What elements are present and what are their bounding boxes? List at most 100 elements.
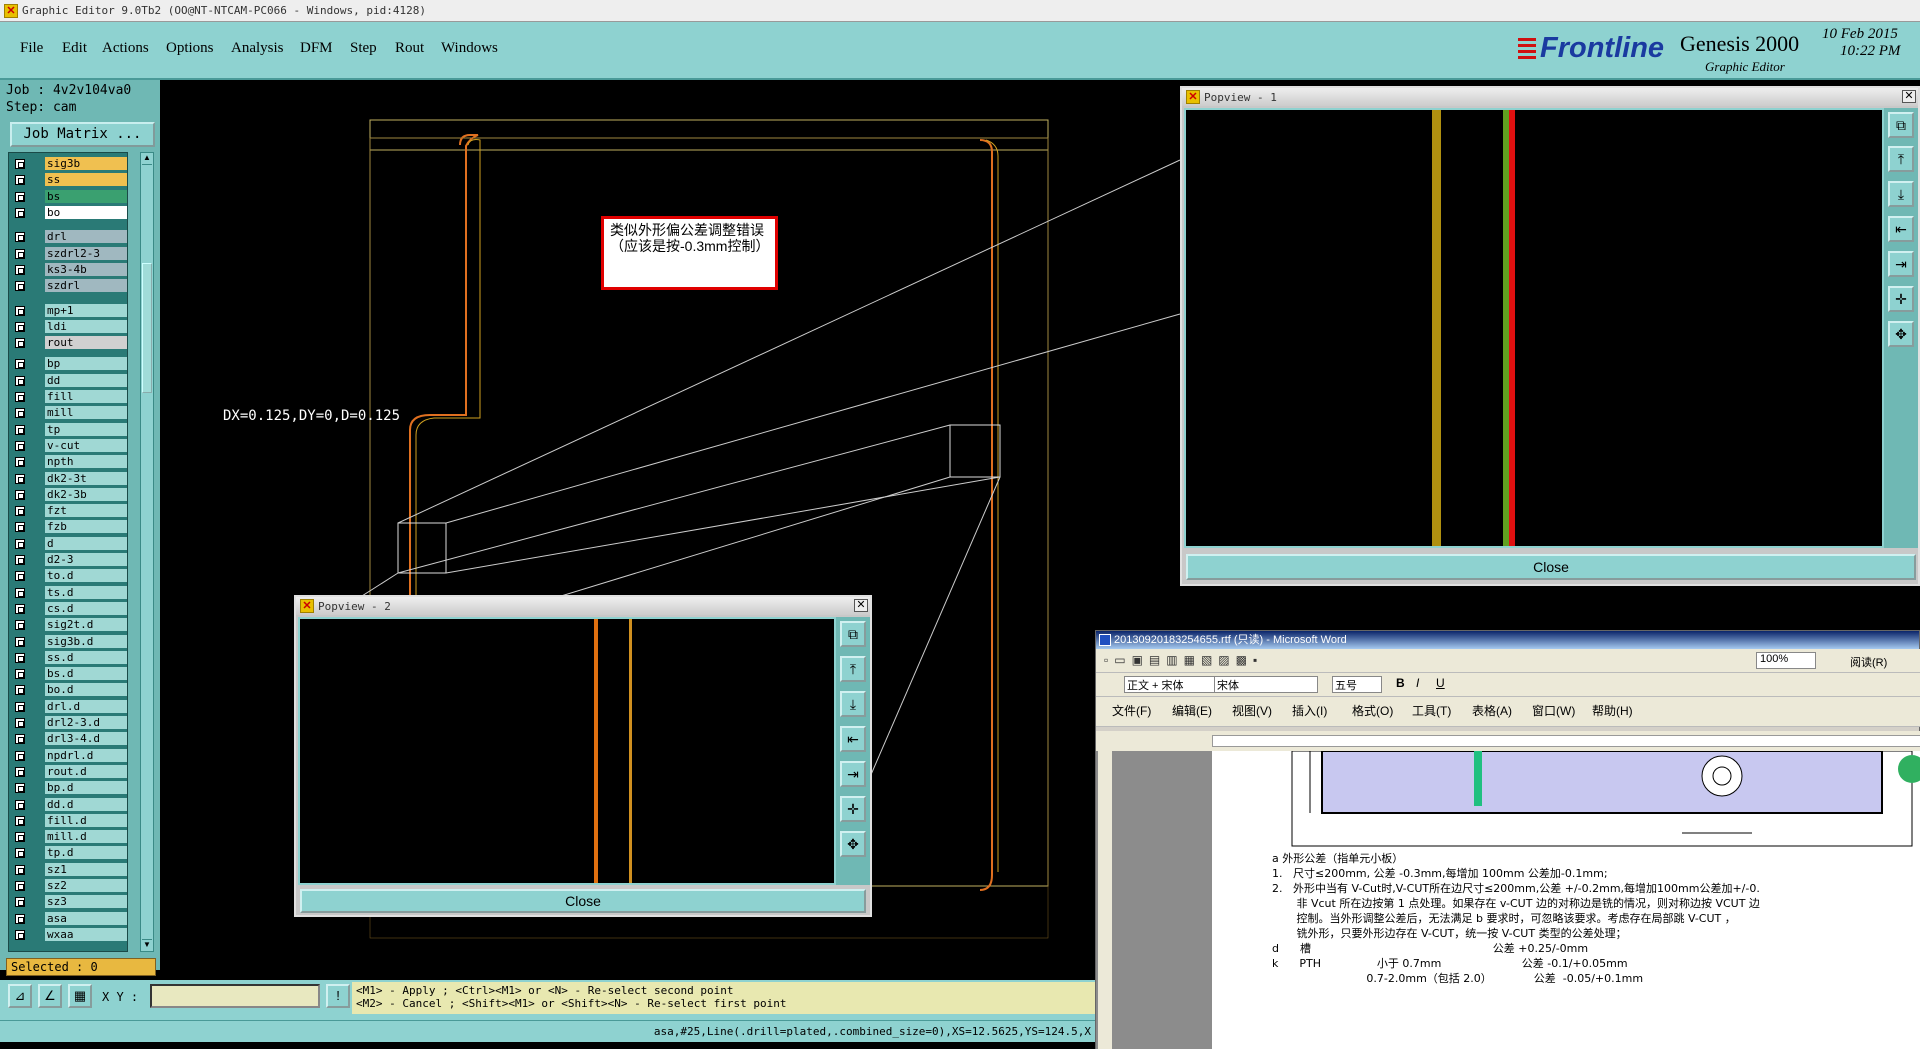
layer-checkbox[interactable] xyxy=(15,408,25,419)
measure-icon[interactable]: ∠ xyxy=(38,984,62,1008)
layer-row-wxaa[interactable]: wxaa xyxy=(9,927,127,942)
layer-checkbox[interactable] xyxy=(15,913,25,924)
menu-windows[interactable]: Windows xyxy=(441,40,498,57)
layer-checkbox[interactable] xyxy=(15,473,25,484)
layer-checkbox[interactable] xyxy=(15,207,25,218)
layer-row-mill[interactable]: mill xyxy=(9,406,127,420)
layer-name[interactable]: tp.d xyxy=(45,846,127,860)
layer-row-tp[interactable]: tp xyxy=(9,422,127,437)
layer-name[interactable]: v-cut xyxy=(45,438,127,452)
layer-row-ks3-4b[interactable]: ks3-4b xyxy=(9,262,127,277)
layer-row-szdrl2-3[interactable]: szdrl2-3 xyxy=(9,246,127,261)
layer-checkbox[interactable] xyxy=(15,815,25,826)
layer-checkbox[interactable] xyxy=(15,571,25,582)
zoom-out-icon[interactable]: ✥ xyxy=(1888,321,1914,347)
pan-down-icon[interactable]: ⤓ xyxy=(1888,181,1914,207)
menu-rout[interactable]: Rout xyxy=(395,40,424,57)
layer-checkbox[interactable] xyxy=(15,929,25,940)
font-select[interactable]: 宋体 xyxy=(1214,676,1318,693)
layer-row-fzb[interactable]: fzb xyxy=(9,520,127,534)
layer-checkbox[interactable] xyxy=(15,489,25,500)
layer-row-dd[interactable]: dd xyxy=(9,373,127,388)
toolbar-icons[interactable]: ▫▭▣▤▥▦▧▨▩▪ xyxy=(1104,653,1263,667)
layer-checkbox[interactable] xyxy=(15,522,25,533)
layer-checkbox[interactable] xyxy=(15,392,25,403)
pan-right-icon[interactable]: ⇥ xyxy=(1888,251,1914,277)
layer-name[interactable]: cs.d xyxy=(45,601,127,615)
popview-2-canvas[interactable] xyxy=(298,617,836,885)
layer-row-dk2-3t[interactable]: dk2-3t xyxy=(9,471,127,486)
layer-checkbox[interactable] xyxy=(15,750,25,761)
layer-name[interactable]: rout.d xyxy=(45,764,127,778)
word-menu-window[interactable]: 窗口(W) xyxy=(1532,702,1575,719)
pan-left-icon[interactable]: ⇤ xyxy=(1888,216,1914,242)
pan-down-icon[interactable]: ⤓ xyxy=(840,691,866,717)
layer-row-rout.d[interactable]: rout.d xyxy=(9,764,127,779)
layer-name[interactable]: sz1 xyxy=(45,862,127,876)
layer-name[interactable]: ts.d xyxy=(45,585,127,599)
layer-checkbox[interactable] xyxy=(15,506,25,517)
menu-step[interactable]: Step xyxy=(350,40,377,57)
word-menu-insert[interactable]: 插入(I) xyxy=(1292,702,1327,719)
layer-name[interactable]: ldi xyxy=(45,320,127,333)
layer-checkbox[interactable] xyxy=(15,555,25,566)
popview-2-close-icon[interactable]: ✕ xyxy=(854,599,868,612)
pan-left-icon[interactable]: ⇤ xyxy=(840,726,866,752)
layer-checkbox[interactable] xyxy=(15,864,25,875)
popview-1-canvas[interactable] xyxy=(1184,108,1884,548)
xy-input[interactable] xyxy=(150,984,320,1008)
layer-checkbox[interactable] xyxy=(15,881,25,892)
layer-name[interactable]: sig3b xyxy=(45,157,127,170)
zoom-out-icon[interactable]: ✥ xyxy=(840,831,866,857)
layer-checkbox[interactable] xyxy=(15,175,25,186)
layer-name[interactable]: fzt xyxy=(45,504,127,518)
word-menu-view[interactable]: 视图(V) xyxy=(1232,702,1272,719)
italic-icon[interactable]: I xyxy=(1416,676,1419,690)
menu-file[interactable]: File xyxy=(20,40,43,57)
layer-row-ts.d[interactable]: ts.d xyxy=(9,585,127,600)
layer-row-fill[interactable]: fill xyxy=(9,390,127,404)
layer-name[interactable]: dd xyxy=(45,373,127,387)
layer-row-sig3b[interactable]: sig3b xyxy=(9,157,127,171)
layer-name[interactable]: mill.d xyxy=(45,830,127,844)
layer-name[interactable]: sz3 xyxy=(45,895,127,909)
layer-checkbox[interactable] xyxy=(15,191,25,202)
word-menu-table[interactable]: 表格(A) xyxy=(1472,702,1512,719)
layer-name[interactable]: szdrl2-3 xyxy=(45,246,127,260)
layer-row-rout[interactable]: rout xyxy=(9,336,127,350)
layer-row-bo.d[interactable]: bo.d xyxy=(9,683,127,697)
layer-name[interactable]: drl xyxy=(45,230,127,244)
word-menu-format[interactable]: 格式(O) xyxy=(1352,702,1393,719)
layer-row-mill.d[interactable]: mill.d xyxy=(9,830,127,844)
layer-row-d2-3[interactable]: d2-3 xyxy=(9,553,127,567)
job-matrix-button[interactable]: Job Matrix ... xyxy=(10,122,155,147)
layer-name[interactable]: fill xyxy=(45,390,127,404)
layer-row-tp.d[interactable]: tp.d xyxy=(9,846,127,860)
scroll-thumb[interactable] xyxy=(142,263,152,393)
layer-name[interactable]: drl.d xyxy=(45,699,127,713)
layer-name[interactable]: tp xyxy=(45,422,127,436)
layer-checkbox[interactable] xyxy=(15,603,25,614)
layer-row-drl[interactable]: drl xyxy=(9,230,127,244)
layer-checkbox[interactable] xyxy=(15,264,25,275)
layer-row-npth[interactable]: npth xyxy=(9,455,127,469)
layer-name[interactable]: drl2-3.d xyxy=(45,716,127,730)
grid-icon[interactable]: ▦ xyxy=(68,984,92,1008)
layer-row-sig3b.d[interactable]: sig3b.d xyxy=(9,634,127,649)
menu-dfm[interactable]: DFM xyxy=(300,40,333,57)
layer-checkbox[interactable] xyxy=(15,322,25,332)
layer-name[interactable]: sig2t.d xyxy=(45,618,127,632)
layer-checkbox[interactable] xyxy=(15,799,25,810)
style-select[interactable]: 正文 + 宋体 xyxy=(1124,676,1228,693)
layer-name[interactable]: dk2-3t xyxy=(45,471,127,485)
layer-name[interactable]: rout xyxy=(45,336,127,350)
layer-row-fzt[interactable]: fzt xyxy=(9,504,127,518)
layer-name[interactable]: fill.d xyxy=(45,813,127,827)
menu-analysis[interactable]: Analysis xyxy=(231,40,284,57)
layer-checkbox[interactable] xyxy=(15,375,25,386)
popview-2-close-button[interactable]: Close xyxy=(300,889,866,913)
layer-checkbox[interactable] xyxy=(15,848,25,859)
zoom-in-icon[interactable]: ✛ xyxy=(840,796,866,822)
layer-name[interactable]: mill xyxy=(45,406,127,420)
layer-checkbox[interactable] xyxy=(15,636,25,647)
